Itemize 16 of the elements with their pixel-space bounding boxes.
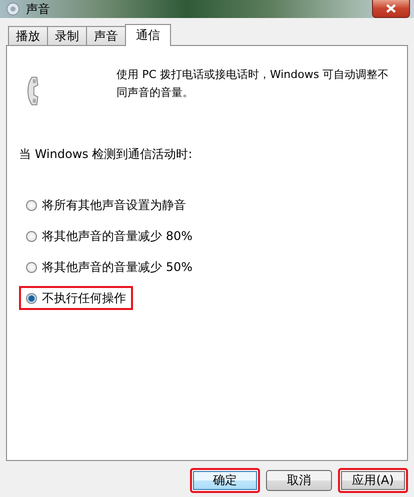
tab[interactable]: 录制 [47, 26, 87, 45]
radio-option[interactable]: 将所有其他声音设置为静音 [19, 193, 193, 217]
radio-option[interactable]: 将其他声音的音量减少 50% [19, 255, 200, 279]
dialog-button[interactable]: 取消 [266, 470, 332, 491]
radio-option[interactable]: 不执行任何操作 [19, 286, 133, 310]
prompt-label: 当 Windows 检测到通信活动时: [19, 146, 194, 163]
tab[interactable]: 声音 [86, 26, 126, 45]
close-icon [386, 4, 396, 13]
window-title: 声音 [26, 0, 50, 18]
close-button[interactable] [372, 0, 410, 18]
dialog-button[interactable]: 确定 [190, 468, 260, 493]
dialog-button[interactable]: 应用(A) [338, 468, 408, 493]
description-text: 使用 PC 拨打电话或接电话时，Windows 可自动调整不同声音的音量。 [116, 67, 390, 101]
tab[interactable]: 通信 [125, 24, 171, 46]
tab[interactable]: 播放 [8, 26, 48, 45]
radio-option[interactable]: 将其他声音的音量减少 80% [19, 224, 200, 248]
